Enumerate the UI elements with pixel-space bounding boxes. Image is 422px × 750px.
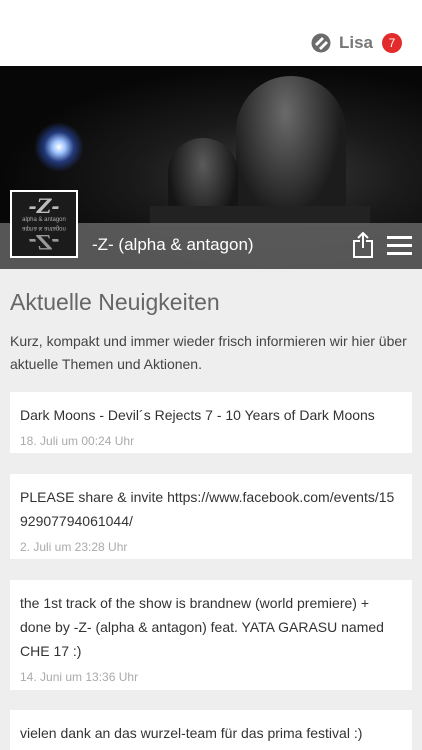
news-card[interactable]: Dark Moons - Devil´s Rejects 7 - 10 Year… (10, 392, 412, 453)
profile-thumbnail[interactable]: -Z- alpha & antagon alpha & antagon -Z- (10, 190, 78, 258)
news-text: the 1st track of the show is brandnew (w… (20, 595, 384, 659)
news-date: 2. Juli um 23:28 Uhr (20, 540, 128, 554)
news-card[interactable]: PLEASE share & invite https://www.facebo… (10, 474, 412, 559)
user-menu[interactable]: Lisa 7 (311, 33, 402, 53)
thumbnail-logo: -Z- (28, 194, 60, 218)
thumbnail-caption: alpha & antagon (22, 217, 66, 223)
brand-logo-icon (311, 33, 331, 53)
news-card[interactable]: the 1st track of the show is brandnew (w… (10, 580, 412, 690)
news-text: PLEASE share & invite https://www.facebo… (20, 489, 395, 529)
user-name: Lisa (338, 33, 373, 52)
stage-light (34, 122, 84, 172)
section-title: Aktuelle Neuigkeiten (10, 289, 220, 315)
news-date: 18. Juli um 00:24 Uhr (20, 434, 135, 448)
thumbnail-logo-mirror: -Z- (28, 230, 60, 254)
news-text: vielen dank an das wurzel-team für das p… (20, 725, 363, 741)
news-date: 14. Juni um 13:36 Uhr (20, 670, 139, 684)
news-card[interactable]: vielen dank an das wurzel-team für das p… (10, 710, 412, 750)
share-icon[interactable] (352, 232, 374, 258)
hamburger-menu-icon[interactable] (387, 236, 412, 256)
profile-name: -Z- (alpha & antagon) (92, 235, 254, 254)
performer-silhouette (236, 76, 346, 226)
news-section: Aktuelle Neuigkeiten Kurz, kompakt und i… (0, 269, 422, 376)
top-bar: Lisa 7 (0, 0, 422, 66)
section-intro: Kurz, kompakt und immer wieder frisch in… (10, 333, 407, 372)
notification-badge[interactable]: 7 (382, 33, 402, 53)
news-text: Dark Moons - Devil´s Rejects 7 - 10 Year… (20, 407, 375, 423)
